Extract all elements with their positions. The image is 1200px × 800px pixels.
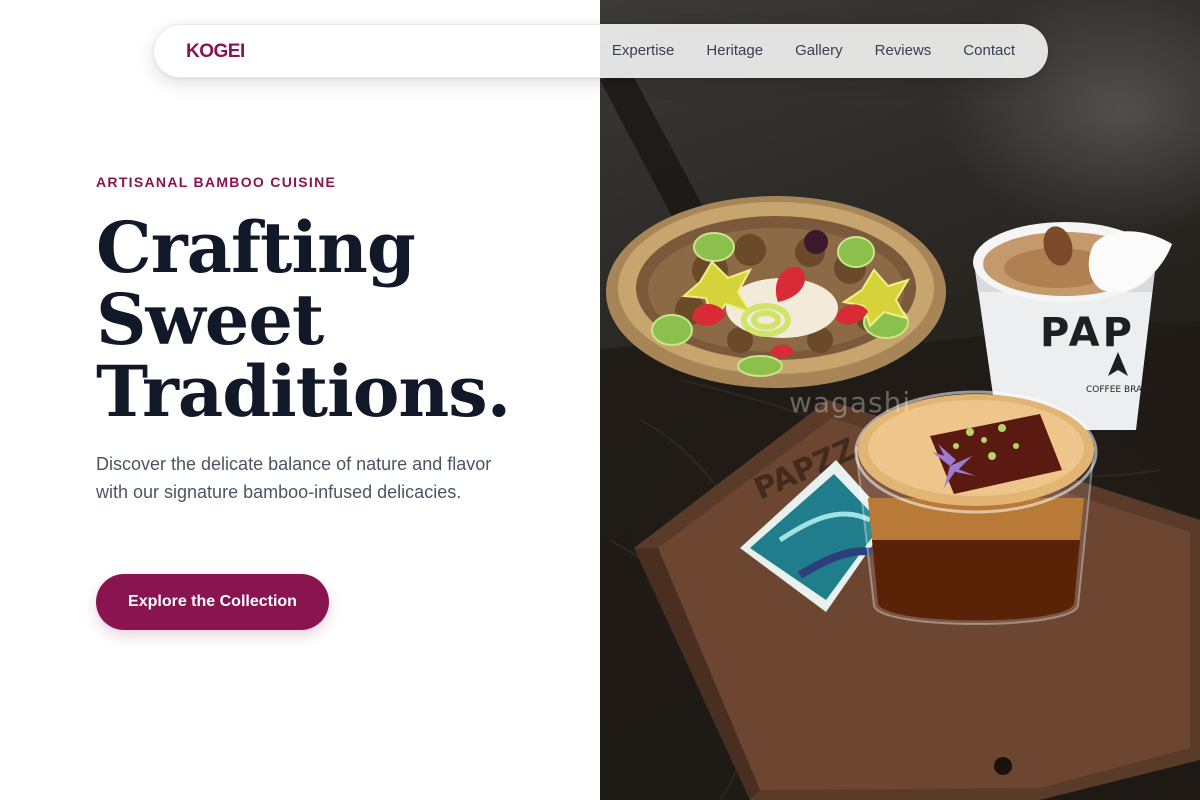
nav-link-expertise[interactable]: Expertise [612, 42, 675, 59]
headline-line-1: Crafting [96, 206, 416, 289]
headline-line-3: Traditions. [96, 350, 511, 433]
nav-link-gallery[interactable]: Gallery [795, 42, 843, 59]
cup-print: PAP [1040, 310, 1135, 356]
headline-line-2: Sweet [96, 278, 324, 361]
photo-watermark: wagashi [789, 386, 912, 419]
hero-headline: Crafting Sweet Traditions. [96, 212, 576, 428]
nav-link-heritage[interactable]: Heritage [706, 42, 763, 59]
nav-link-reviews[interactable]: Reviews [875, 42, 932, 59]
brand-logo[interactable]: KOGEI [186, 41, 245, 63]
hero-photo: PAPZZ PAP COFFEE BRAND wagashi [600, 0, 1200, 800]
hero-description: Discover the delicate balance of nature … [96, 454, 492, 502]
cup-subprint: COFFEE BRAND [1086, 385, 1156, 395]
top-navbar: KOGEI Expertise Heritage Gallery Reviews… [153, 24, 1048, 78]
iced-drink-glass [854, 390, 1098, 625]
explore-collection-button[interactable]: Explore the Collection [96, 574, 329, 630]
nav-link-contact[interactable]: Contact [963, 42, 1015, 59]
hero-eyebrow: ARTISANAL BAMBOO CUISINE [96, 174, 337, 190]
nav-links: Expertise Heritage Gallery Reviews Conta… [612, 42, 1015, 59]
fruit-bowl [606, 196, 946, 388]
